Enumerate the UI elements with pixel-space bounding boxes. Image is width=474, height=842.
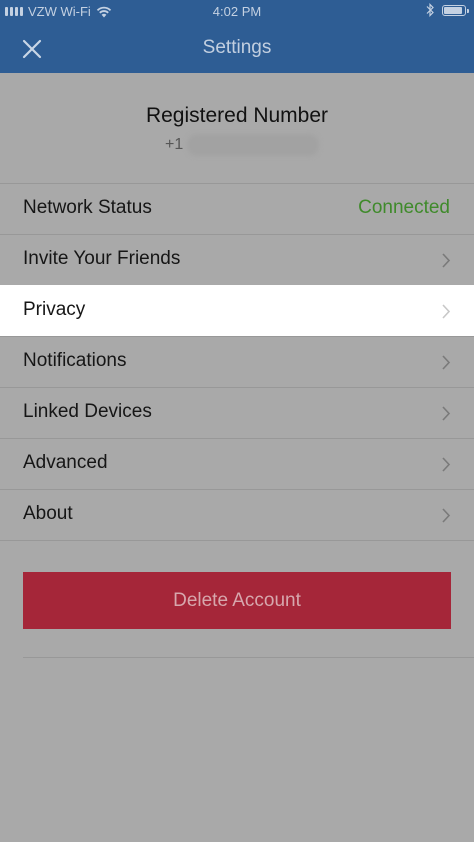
settings-row-invite-friends[interactable]: Invite Your Friends (0, 234, 474, 285)
delete-account-button[interactable]: Delete Account (23, 572, 451, 629)
row-label: Linked Devices (23, 401, 152, 422)
chevron-right-icon (442, 508, 451, 523)
redacted-number (187, 134, 320, 156)
settings-row-advanced[interactable]: Advanced (0, 438, 474, 489)
row-label: Notifications (23, 350, 127, 371)
number-prefix: +1 (165, 136, 184, 153)
nav-bar: Settings (0, 24, 474, 73)
registered-number-value: +1 (165, 134, 320, 156)
row-label: About (23, 503, 73, 524)
battery-icon (442, 4, 469, 16)
row-label: Network Status (23, 197, 152, 218)
status-right (426, 3, 469, 17)
row-label: Advanced (23, 452, 108, 473)
top-bar: VZW Wi-Fi 4:02 PM Settings (0, 0, 474, 73)
settings-row-privacy[interactable]: Privacy (0, 285, 474, 336)
clock: 4:02 PM (212, 4, 262, 19)
settings-list: Network Status Connected Invite Your Fri… (0, 183, 474, 541)
network-status-value: Connected (358, 197, 450, 218)
registered-number-title: Registered Number (145, 104, 329, 127)
chevron-right-icon (442, 304, 451, 319)
chevron-right-icon (442, 406, 451, 421)
settings-row-about[interactable]: About (0, 489, 474, 541)
status-bar: VZW Wi-Fi 4:02 PM (0, 0, 474, 24)
bluetooth-icon (426, 3, 434, 17)
settings-row-notifications[interactable]: Notifications (0, 336, 474, 387)
divider (23, 657, 474, 658)
chevron-right-icon (442, 253, 451, 268)
chevron-right-icon (442, 457, 451, 472)
registered-number-header: Registered Number +1 (0, 104, 474, 164)
page-title: Settings (202, 37, 272, 58)
chevron-right-icon (442, 355, 451, 370)
settings-row-linked-devices[interactable]: Linked Devices (0, 387, 474, 438)
row-label: Privacy (23, 299, 86, 320)
settings-row-network-status[interactable]: Network Status Connected (0, 183, 474, 234)
row-label: Invite Your Friends (23, 248, 181, 269)
battery-level (444, 6, 462, 14)
